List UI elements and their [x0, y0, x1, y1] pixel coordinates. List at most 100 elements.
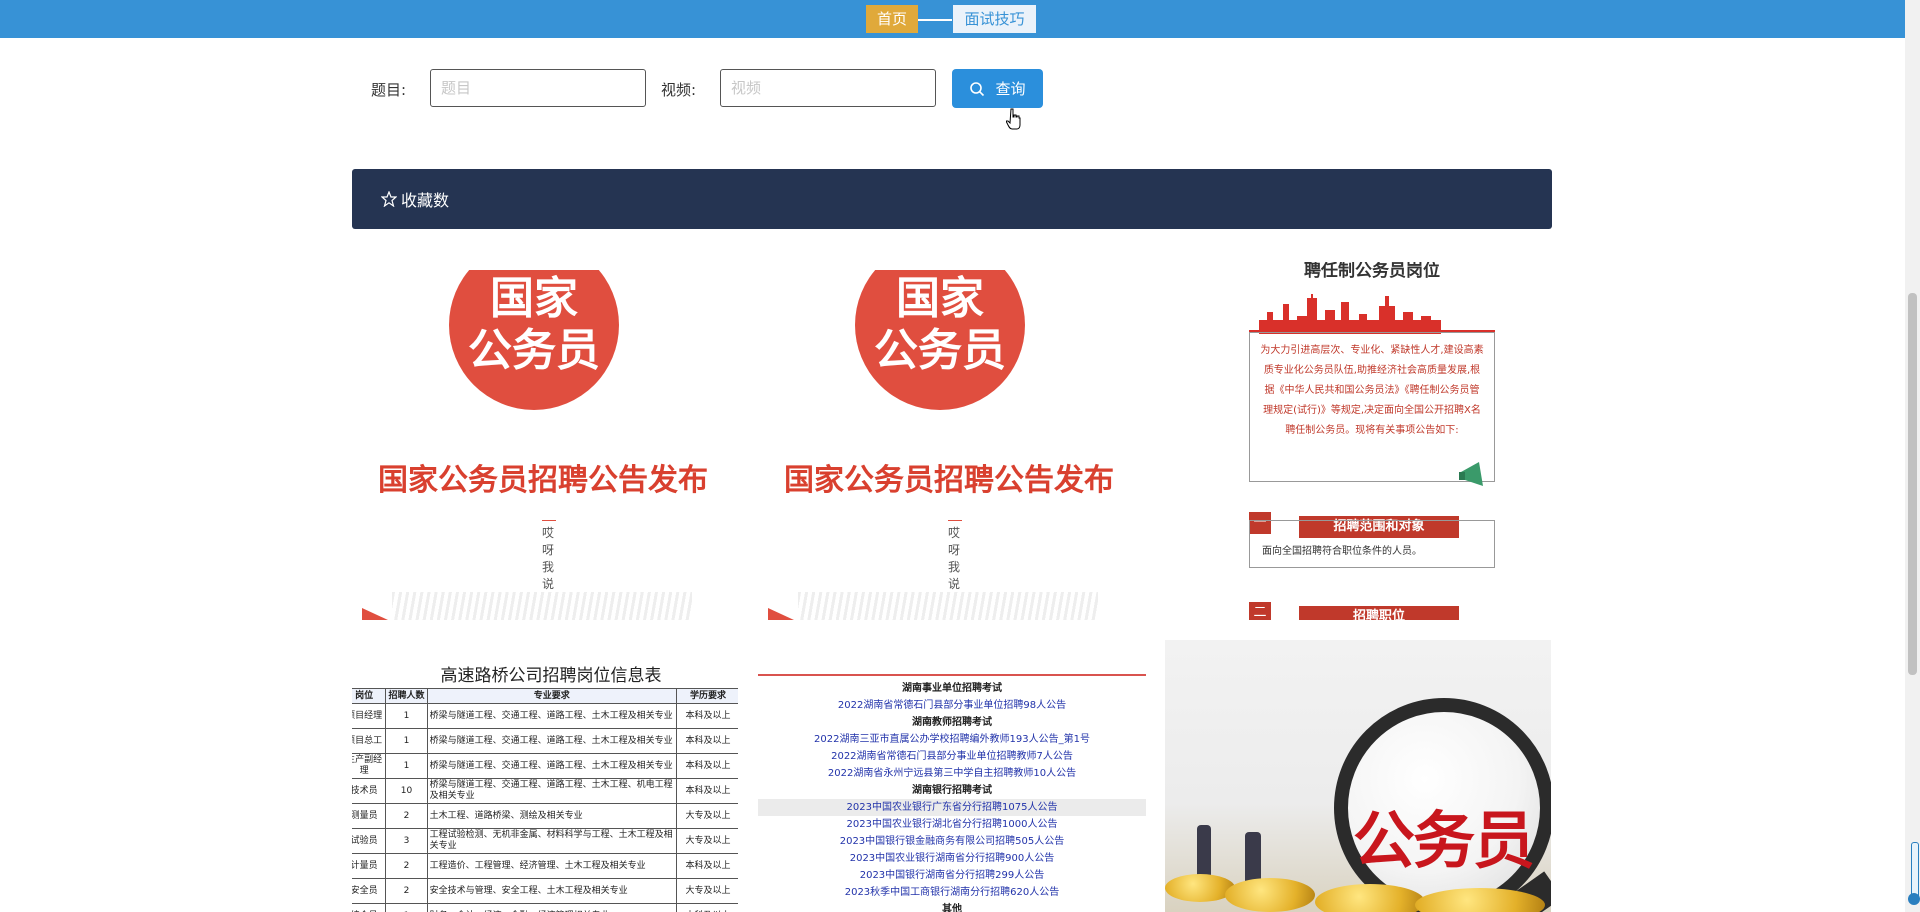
table-row: 项目总工1桥梁与隧道工程、交通工程、道路工程、土木工程及相关专业本科及以上 [352, 728, 738, 754]
table-cell: 试验员 [352, 828, 387, 854]
table-cell: 生产副经理 [352, 753, 387, 779]
table-cell: 本科及以上 [676, 778, 738, 804]
hunan-list: 湖南事业单位招聘考试 2022湖南省常德石门县部分事业单位招聘98人公告湖南教师招… [758, 674, 1146, 912]
table-cell: 安全技术与管理、安全工程、土木工程及相关专业 [426, 878, 678, 904]
video-card-gov-2[interactable]: 国家 公务员 国家公务员招聘公告发布 哎呀我说考试 [758, 270, 1144, 620]
table-cell: 工程试验检测、无机非金属、材料科学与工程、土木工程及相关专业 [426, 828, 678, 854]
badge-line-2: 公务员 [874, 325, 1006, 376]
section-2-number: 二 [1249, 602, 1271, 620]
table-row: 测量员 2 土木工程、道路桥梁、测绘及相关专业 大专及以上 [352, 803, 738, 829]
table-cell: 本科及以上 [676, 753, 738, 779]
list-item[interactable]: 2023中国农业银行广东省分行招聘1075人公告 [758, 799, 1146, 816]
table-cell: 大专及以上 [676, 803, 738, 829]
list-item[interactable]: 2022湖南三亚市直属公办学校招聘编外教师193人公告_第1号 [758, 731, 1146, 748]
decor-fan [392, 592, 692, 620]
table-cell: 综合员 [352, 903, 387, 912]
table-cell: 桥梁与隧道工程、交通工程、道路工程、土木工程及相关专业 [426, 753, 678, 779]
decor-fan [798, 592, 1098, 620]
decor-triangle [362, 608, 388, 620]
badge-line-2: 公务员 [468, 325, 600, 376]
table-cell: 财务、会计、经济、金融、经济管理相关专业 [426, 903, 678, 912]
video-card-gov-1[interactable]: 国家 公务员 国家公务员招聘公告发布 哎呀我说考试 [352, 270, 738, 620]
table-cell: 大专及以上 [676, 828, 738, 854]
gov-caption: 国家公务员招聘公告发布 [378, 463, 708, 498]
video-card-magnifier-photo[interactable]: 公务员 [1165, 640, 1551, 912]
skyline-icon [1249, 294, 1495, 334]
table-row: 技术员 10 桥梁与隧道工程、交通工程、道路工程、土木工程、机电工程及相关专业 本科及… [352, 778, 738, 804]
table-cell: 1 [385, 703, 428, 729]
list-item[interactable]: 2023中国银行湖南省分行招聘299人公告 [758, 867, 1146, 884]
list-heading: 湖南教师招聘考试 [912, 717, 992, 728]
list-item[interactable]: 2023中国银行银金融商务有限公司招聘505人公告 [758, 833, 1146, 850]
coin-stack [1165, 874, 1235, 902]
star-outline-icon [381, 191, 397, 207]
table-cell: 桥梁与隧道工程、交通工程、道路工程、土木工程、机电工程及相关专业 [426, 778, 678, 804]
megaphone-icon [1459, 462, 1483, 486]
table-cell: 10 [385, 778, 428, 804]
table-cell: 大专及以上 [676, 878, 738, 904]
table-cell: 本科及以上 [676, 903, 738, 912]
table-row: 计量员 2 工程造价、工程管理、经济管理、土木工程及相关专业 本科及以上 [352, 853, 738, 879]
badge-line-1: 国家 [490, 273, 578, 324]
table-cell: 2 [385, 878, 428, 904]
thermometer-bulb-icon [1908, 893, 1920, 905]
breadcrumb-home[interactable]: 首页 [866, 5, 918, 33]
list-item[interactable]: 2022湖南省永州宁远县第三中学自主招聘教师10人公告 [758, 765, 1146, 782]
decor-triangle [768, 608, 794, 620]
scrollbar-thumb[interactable] [1908, 293, 1917, 675]
table-cell: 项目总工 [352, 728, 387, 754]
table-cell: 1 [385, 903, 428, 912]
panel-title: 收藏数 [401, 191, 450, 210]
table-row: 项目经理1桥梁与隧道工程、交通工程、道路工程、土木工程及相关专业本科及以上 [352, 703, 738, 729]
video-card-job-table[interactable]: 高速路桥公司招聘岗位信息表 岗位 招聘人数 专业要求 学历要求 项目经理1桥梁与… [352, 664, 738, 912]
list-heading: 湖南银行招聘考试 [912, 785, 992, 796]
list-top-rule [758, 674, 1146, 676]
table-cell: 1 [385, 753, 428, 779]
video-card-poster[interactable]: 聘任制公务员岗位 为大力引进高层次、专业化、紧缺性人才,建设高素质专业化公务员队… [1249, 262, 1495, 620]
list-heading: 其他 [942, 904, 962, 912]
table-cell: 本科及以上 [676, 728, 738, 754]
favorites-panel-header: 收藏数 [352, 169, 1552, 229]
table-row: 试验员 3 工程试验检测、无机非金属、材料科学与工程、土木工程及相关专业 大专及以上 [352, 828, 738, 854]
table-row: 综合员1财务、会计、经济、金融、经济管理相关专业本科及以上 [352, 903, 738, 912]
table-cell: 工程造价、工程管理、经济管理、土木工程及相关专业 [426, 853, 678, 879]
table-header-row: 岗位 招聘人数 专业要求 学历要求 [352, 688, 738, 704]
query-button-label: 查询 [995, 80, 1026, 98]
table-cell: 2 [385, 803, 428, 829]
job-table: 岗位 招聘人数 专业要求 学历要求 项目经理1桥梁与隧道工程、交通工程、道路工程… [352, 688, 738, 912]
table-row: 安全员 2 安全技术与管理、安全工程、土木工程及相关专业 大专及以上 [352, 878, 738, 904]
list-heading: 湖南事业单位招聘考试 [902, 683, 1002, 694]
list-item[interactable]: 2022湖南省常德石门县部分事业单位招聘教师7人公告 [758, 748, 1146, 765]
table-cell: 本科及以上 [676, 703, 738, 729]
video-card-hunan-list[interactable]: 湖南事业单位招聘考试 2022湖南省常德石门县部分事业单位招聘98人公告湖南教师招… [758, 674, 1146, 912]
thermometer-icon [1911, 842, 1919, 900]
breadcrumb-connector [918, 19, 952, 21]
businessman-figure [1245, 832, 1261, 884]
breadcrumb-current[interactable]: 面试技巧 [953, 5, 1036, 33]
table-row: 生产副经理1桥梁与隧道工程、交通工程、道路工程、土木工程及相关专业本科及以上 [352, 753, 738, 779]
table-cell: 技术员 [352, 778, 387, 804]
list-item[interactable]: 2022湖南省常德石门县部分事业单位招聘98人公告 [758, 697, 1146, 714]
coin-stack [1315, 884, 1425, 912]
title-label: 题目: [371, 81, 407, 99]
list-item[interactable]: 2023秋季中国工商银行湖南分行招聘620人公告 [758, 884, 1146, 901]
table-header: 招聘人数 [385, 688, 428, 704]
table-cell: 1 [385, 728, 428, 754]
video-input[interactable] [720, 69, 936, 107]
query-button[interactable]: 查询 [952, 69, 1043, 108]
gov-badge: 国家 公务员 [449, 270, 619, 410]
table-cell: 桥梁与隧道工程、交通工程、道路工程、土木工程及相关专业 [426, 728, 678, 754]
lens-text: 公务员 [1353, 804, 1535, 877]
table-header: 岗位 [352, 688, 387, 704]
table-header: 学历要求 [676, 688, 738, 704]
list-item[interactable]: 2023中国农业银行湖南省分行招聘900人公告 [758, 850, 1146, 867]
table-cell: 安全员 [352, 878, 387, 904]
search-icon [970, 81, 985, 96]
table-title: 高速路桥公司招聘岗位信息表 [440, 666, 662, 686]
table-cell: 土木工程、道路桥梁、测绘及相关专业 [426, 803, 678, 829]
table-cell: 测量员 [352, 803, 387, 829]
badge-line-1: 国家 [896, 273, 984, 324]
table-cell: 计量员 [352, 853, 387, 879]
list-item[interactable]: 2023中国农业银行湖北省分行招聘1000人公告 [758, 816, 1146, 833]
title-input[interactable] [430, 69, 646, 107]
